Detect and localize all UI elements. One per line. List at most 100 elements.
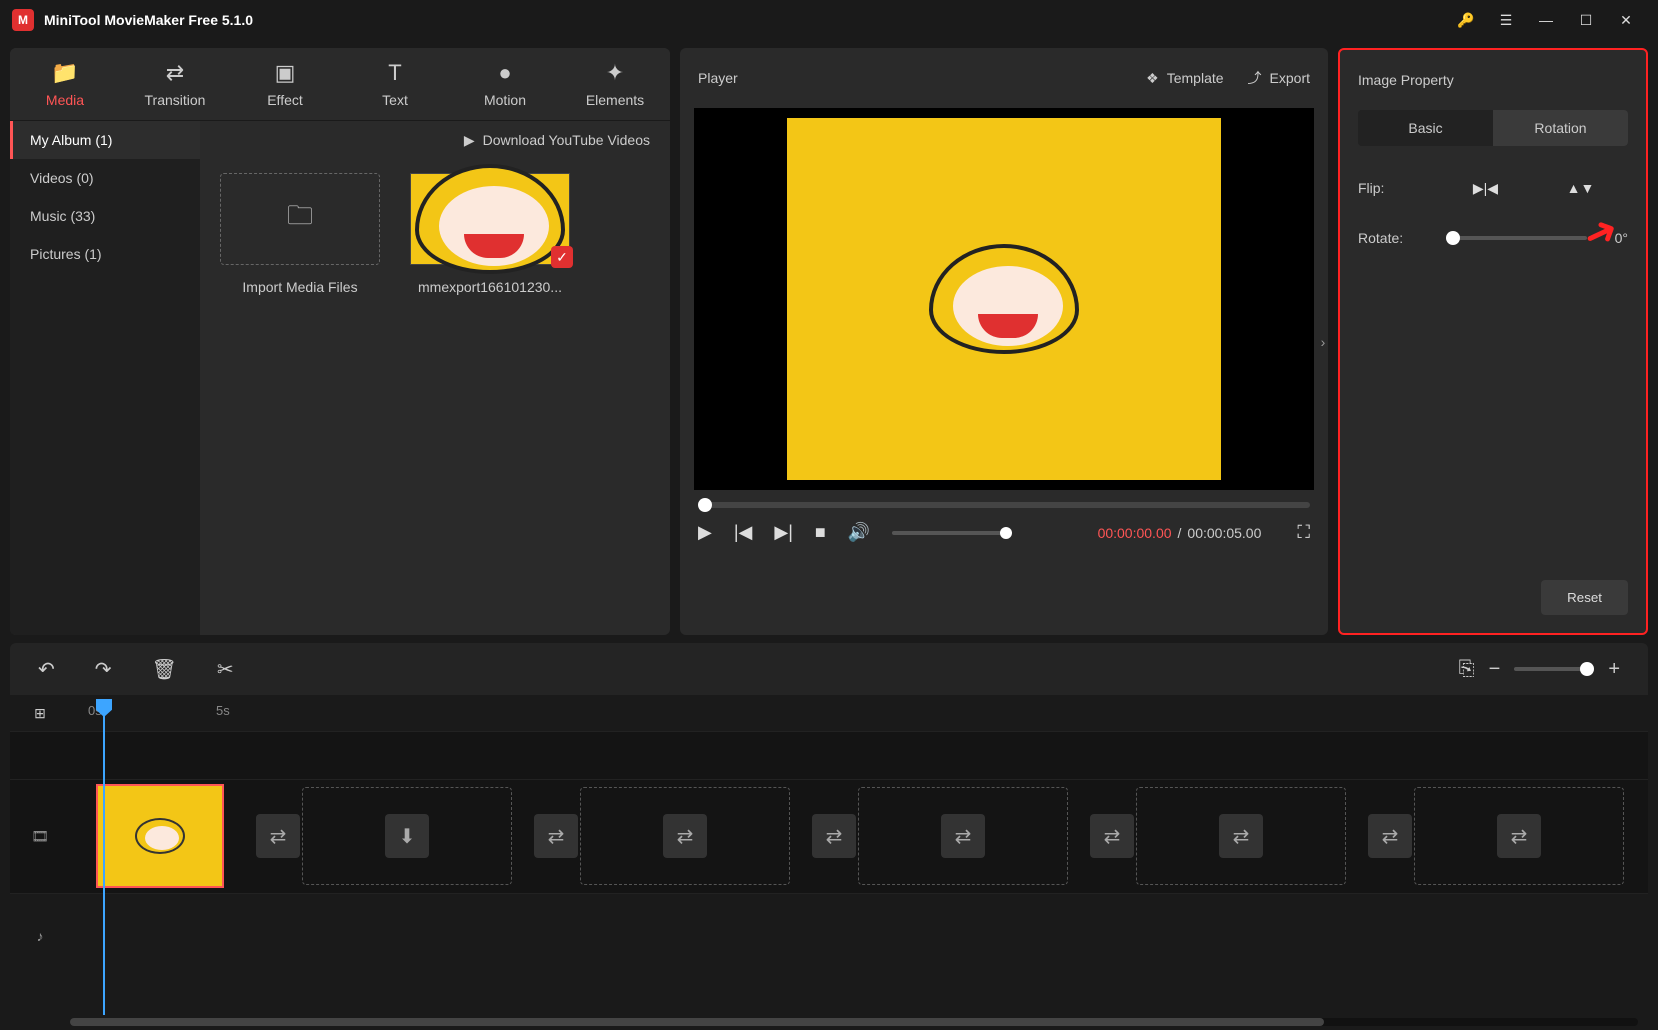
elements-icon: ✦ bbox=[606, 60, 624, 86]
player-panel: Player ❖ Template ⤴ Export › ▶ |◀ ▶| ■ 🔊 bbox=[680, 48, 1328, 635]
total-time: 00:00:05.00 bbox=[1187, 525, 1261, 541]
transition-slot-button[interactable]: ⇄ bbox=[534, 814, 578, 858]
thumbnail-image bbox=[415, 164, 565, 274]
split-button[interactable]: ✂ bbox=[217, 657, 234, 682]
tab-transition[interactable]: ⇄ Transition bbox=[120, 48, 230, 120]
property-panel: Image Property Basic Rotation Flip: ▶|◀ … bbox=[1338, 48, 1648, 635]
text-icon: T bbox=[388, 60, 401, 86]
swap-icon: ⇄ bbox=[1497, 814, 1541, 858]
download-icon: ⬇ bbox=[385, 814, 429, 858]
fullscreen-button[interactable]: ⛶ bbox=[1297, 522, 1310, 543]
add-track-button[interactable]: ⊞ bbox=[10, 695, 70, 731]
tab-label: Text bbox=[382, 92, 408, 108]
transition-slot-button[interactable]: ⇄ bbox=[256, 814, 300, 858]
zoom-out-button[interactable]: − bbox=[1489, 658, 1501, 681]
sidebar-item-videos[interactable]: Videos (0) bbox=[10, 159, 200, 197]
player-title: Player bbox=[698, 70, 1122, 86]
property-title: Image Property bbox=[1340, 50, 1646, 110]
rotate-value: 0° bbox=[1615, 230, 1628, 246]
transition-slot-button[interactable]: ⇄ bbox=[812, 814, 856, 858]
folder-open-icon: 🗀 bbox=[287, 197, 313, 241]
tab-motion[interactable]: ● Motion bbox=[450, 48, 560, 120]
tab-label: Media bbox=[46, 92, 84, 108]
export-icon: ⤴ bbox=[1248, 68, 1262, 88]
audio-track[interactable]: ♪ bbox=[10, 893, 1648, 977]
sidebar-item-myalbum[interactable]: My Album (1) bbox=[10, 121, 200, 159]
media-thumbnail[interactable]: ✓ bbox=[410, 173, 570, 265]
tab-label: Effect bbox=[267, 92, 303, 108]
tab-text[interactable]: T Text bbox=[340, 48, 450, 120]
transition-slot-button[interactable]: ⇄ bbox=[1368, 814, 1412, 858]
transition-icon: ⇄ bbox=[166, 60, 184, 86]
empty-clip-slot[interactable]: ⇄ bbox=[1414, 787, 1624, 885]
video-track[interactable]: 🎞 ⇄ ⬇ ⇄ ⇄ ⇄ ⇄ ⇄ ⇄ ⇄ ⇄ bbox=[10, 779, 1648, 893]
empty-clip-slot[interactable]: ⬇ bbox=[302, 787, 512, 885]
overlay-track[interactable] bbox=[10, 731, 1648, 779]
menu-icon[interactable]: ☰ bbox=[1486, 0, 1526, 40]
import-media-button[interactable]: 🗀 bbox=[220, 173, 380, 265]
youtube-icon: ▶ bbox=[464, 132, 475, 149]
volume-slider[interactable] bbox=[892, 531, 1012, 535]
redo-button[interactable]: ↷ bbox=[95, 657, 112, 682]
tab-label: Motion bbox=[484, 92, 526, 108]
volume-icon[interactable]: 🔊 bbox=[848, 522, 870, 543]
delete-button[interactable]: 🗑 bbox=[152, 657, 177, 682]
preview-area bbox=[694, 108, 1314, 490]
zoom-slider[interactable] bbox=[1514, 667, 1594, 671]
media-sidebar: My Album (1) Videos (0) Music (33) Pictu… bbox=[10, 121, 200, 635]
tab-elements[interactable]: ✦ Elements bbox=[560, 48, 670, 120]
effect-icon: ▣ bbox=[275, 60, 296, 86]
tab-label: Transition bbox=[145, 92, 206, 108]
property-tab-basic[interactable]: Basic bbox=[1358, 110, 1493, 146]
empty-clip-slot[interactable]: ⇄ bbox=[858, 787, 1068, 885]
sidebar-item-music[interactable]: Music (33) bbox=[10, 197, 200, 235]
timeline-ruler[interactable]: ⊞ 0s 5s bbox=[10, 695, 1648, 731]
titlebar: M MiniTool MovieMaker Free 5.1.0 🔑 ☰ — ☐… bbox=[0, 0, 1658, 40]
app-logo-icon: M bbox=[12, 9, 34, 31]
folder-icon: 📁 bbox=[51, 60, 78, 86]
main-tabs: 📁 Media ⇄ Transition ▣ Effect T Text ● M… bbox=[10, 48, 670, 121]
property-tab-rotation[interactable]: Rotation bbox=[1493, 110, 1628, 146]
motion-icon: ● bbox=[498, 60, 511, 86]
close-button[interactable]: ✕ bbox=[1606, 0, 1646, 40]
export-button[interactable]: ⤴ Export bbox=[1248, 68, 1310, 88]
key-icon[interactable]: 🔑 bbox=[1446, 0, 1486, 40]
preview-graphic bbox=[929, 244, 1079, 354]
seek-slider[interactable] bbox=[698, 502, 1310, 508]
empty-clip-slot[interactable]: ⇄ bbox=[1136, 787, 1346, 885]
flip-vertical-button[interactable]: ▲▼ bbox=[1563, 176, 1599, 200]
maximize-button[interactable]: ☐ bbox=[1566, 0, 1606, 40]
collapse-handle[interactable]: › bbox=[1316, 317, 1328, 367]
app-title: MiniTool MovieMaker Free 5.1.0 bbox=[44, 12, 253, 28]
sidebar-item-pictures[interactable]: Pictures (1) bbox=[10, 235, 200, 273]
media-panel: 📁 Media ⇄ Transition ▣ Effect T Text ● M… bbox=[10, 48, 670, 635]
tab-label: Elements bbox=[586, 92, 644, 108]
time-separator: / bbox=[1178, 525, 1182, 541]
stop-button[interactable]: ■ bbox=[815, 522, 826, 543]
swap-icon: ⇄ bbox=[1219, 814, 1263, 858]
download-youtube-link[interactable]: Download YouTube Videos bbox=[483, 132, 650, 148]
template-label: Template bbox=[1167, 70, 1224, 86]
timeline-scrollbar[interactable] bbox=[70, 1018, 1638, 1026]
timeline: ⊞ 0s 5s 🎞 ⇄ ⬇ ⇄ ⇄ ⇄ ⇄ ⇄ ⇄ ⇄ bbox=[10, 695, 1648, 1030]
undo-button[interactable]: ↶ bbox=[38, 657, 55, 682]
flip-horizontal-button[interactable]: ▶|◀ bbox=[1468, 176, 1504, 200]
empty-clip-slot[interactable]: ⇄ bbox=[580, 787, 790, 885]
template-icon: ❖ bbox=[1146, 70, 1159, 87]
prev-frame-button[interactable]: |◀ bbox=[734, 522, 753, 543]
template-button[interactable]: ❖ Template bbox=[1146, 70, 1223, 87]
tab-effect[interactable]: ▣ Effect bbox=[230, 48, 340, 120]
clip-thumbnail bbox=[135, 818, 185, 854]
tab-media[interactable]: 📁 Media bbox=[10, 48, 120, 120]
timeline-clip[interactable] bbox=[96, 784, 224, 888]
next-frame-button[interactable]: ▶| bbox=[774, 522, 793, 543]
fit-button[interactable]: ⎘ bbox=[1459, 658, 1475, 681]
import-label: Import Media Files bbox=[220, 279, 380, 295]
play-button[interactable]: ▶ bbox=[698, 522, 712, 543]
zoom-in-button[interactable]: + bbox=[1608, 658, 1620, 681]
transition-slot-button[interactable]: ⇄ bbox=[1090, 814, 1134, 858]
minimize-button[interactable]: — bbox=[1526, 0, 1566, 40]
swap-icon: ⇄ bbox=[941, 814, 985, 858]
reset-button[interactable]: Reset bbox=[1541, 580, 1628, 615]
rotate-slider[interactable] bbox=[1446, 236, 1587, 240]
